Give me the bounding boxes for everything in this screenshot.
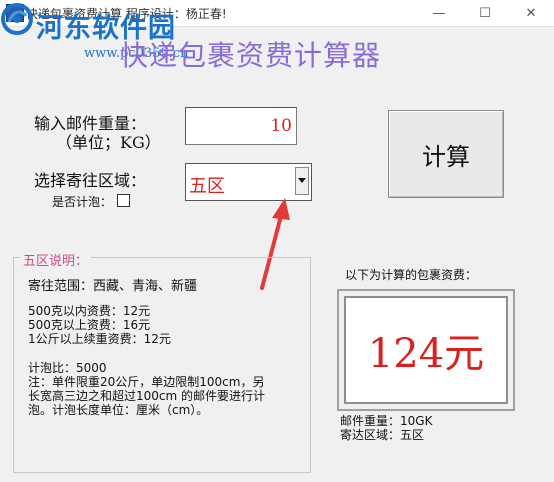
price-line: 1公斤以上续重资费：12元 [28,332,171,346]
watermark-logo-icon [1,3,33,35]
mail-region-text: 寄达区域：五区 [340,428,425,442]
delivery-scope-text: 寄往范围：西藏、青海、新疆 [28,279,198,294]
result-caption: 以下为计算的包裹资费： [345,268,478,282]
foam-label: 是否计泡： [52,195,113,209]
chevron-down-icon [298,178,306,183]
region-description-legend: 五区说明： [20,250,92,269]
region-label: 选择寄往区域： [34,171,147,190]
result-amount: 124元 [367,331,485,377]
weight-input[interactable]: 10 [185,107,297,145]
app-heading: 快递包裹资费计算器 [120,39,382,72]
foam-checkbox[interactable] [117,194,130,207]
region-selected-value: 五区 [189,176,225,197]
minimize-button[interactable]: — [416,0,462,26]
note-line: 泡。计泡长度单位：厘米（cm）。 [28,403,209,417]
region-select[interactable]: 五区 [185,163,312,201]
unit-label: （单位；KG） [56,133,161,152]
close-button[interactable]: ✕ [508,0,554,26]
calculate-button[interactable]: 计算 [388,110,504,198]
dropdown-arrow-button[interactable] [295,167,309,195]
maximize-button[interactable]: ☐ [462,0,508,26]
